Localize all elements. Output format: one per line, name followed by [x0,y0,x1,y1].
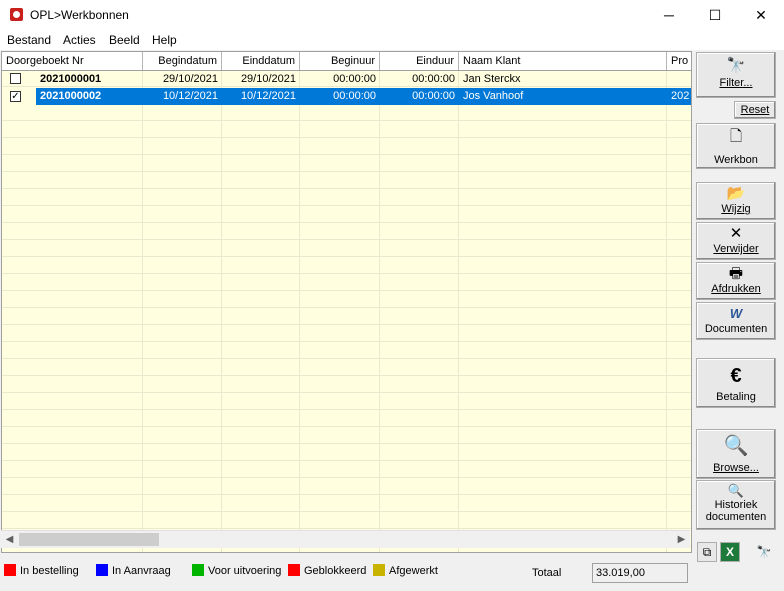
browse-button[interactable]: 🔍 Browse... [696,429,776,479]
cell-nr: 2021000002 [40,90,102,102]
cell-nr: 2021000001 [40,73,102,85]
legend-label: Geblokkeerd [304,565,367,577]
printer-icon: 🖶 [728,265,744,282]
folder-search-icon: 🔍 [723,435,749,457]
scroll-left-icon[interactable]: ◀ [1,531,18,548]
window-title: OPL>Werkbonnen [30,8,129,22]
grid-column-line [666,70,667,552]
grid-column-line [379,70,380,552]
new-document-icon: 🗋 [729,128,743,145]
grid-body [2,70,691,552]
historiek-label-line2: documenten [705,511,767,523]
binoculars-search-icon[interactable]: 🔭 [754,542,774,562]
scroll-right-icon[interactable]: ▶ [673,531,690,548]
documenten-label: Documenten [704,323,768,335]
grid-column-line [142,70,143,552]
col-header-naam-klant[interactable]: Naam Klant [459,52,667,70]
doorgeboekt-checkbox[interactable] [10,73,21,84]
cell-beginuur: 00:00:00 [333,90,376,102]
cell-einduur: 00:00:00 [412,90,455,102]
documenten-button[interactable]: W Documenten [696,302,776,340]
doorgeboekt-checkbox[interactable]: ✓ [10,91,21,102]
col-header-doorgeboekt-nr[interactable]: Doorgeboekt Nr [2,52,143,70]
cell-einddatum: 10/12/2021 [240,90,296,102]
scroll-thumb[interactable] [19,533,159,546]
legend-geblokkeerd: Geblokkeerd [288,564,366,577]
menu-help[interactable]: Help [152,33,177,47]
total-value: 33.019,00 [592,563,688,583]
minimize-button[interactable]: ─ [646,0,692,30]
afdrukken-button[interactable]: 🖶 Afdrukken [696,262,776,300]
excel-export-icon[interactable]: X [720,542,740,562]
word-document-icon: W [729,306,743,321]
verwijder-button[interactable]: ✕ Verwijder [696,222,776,260]
legend-afgewerkt: Afgewerkt [373,564,438,577]
werkbonnen-grid[interactable]: Doorgeboekt Nr Begindatum Einddatum Begi… [1,51,692,553]
betaling-button[interactable]: € Betaling [696,358,776,408]
euro-icon: € [730,365,742,387]
cell-naam-klant: Jos Vanhoof [463,90,524,102]
betaling-label: Betaling [716,391,756,403]
afdrukken-label: Afdrukken [711,283,761,295]
col-header-pro[interactable]: Pro [667,52,691,70]
col-header-beginuur[interactable]: Beginuur [300,52,380,70]
legend-label: In bestelling [20,565,79,577]
table-row[interactable]: 2021000001 29/10/2021 29/10/2021 00:00:0… [2,71,691,88]
cell-einduur: 00:00:00 [412,73,455,85]
legend-label: In Aanvraag [112,565,171,577]
table-row-selected[interactable]: 2021000002 10/12/2021 10/12/2021 00:00:0… [36,88,691,105]
legend-in-aanvraag: In Aanvraag [96,564,171,577]
wijzig-label: Wijzig [721,203,751,215]
cell-begindatum: 10/12/2021 [162,90,218,102]
legend-in-bestelling: In bestelling [4,564,79,577]
verwijder-label: Verwijder [713,243,759,255]
menu-acties[interactable]: Acties [63,33,96,47]
grid-column-line [221,70,222,552]
filter-label: Filter... [719,77,753,89]
delete-x-icon: ✕ [729,225,743,242]
legend-swatch-green [192,564,204,576]
legend-swatch-red [4,564,16,576]
browse-label: Browse... [713,462,759,474]
maximize-button[interactable]: ☐ [692,0,738,30]
cell-einddatum: 29/10/2021 [240,73,296,85]
col-header-begindatum[interactable]: Begindatum [143,52,222,70]
wijzig-button[interactable]: 📂 Wijzig [696,182,776,220]
historiek-documenten-button[interactable]: 🔍 Historiek documenten [696,480,776,530]
app-icon [10,8,23,21]
legend-swatch-red [288,564,300,576]
filter-button[interactable]: 🔭 Filter... [696,52,776,98]
menu-bar: Bestand Acties Beeld Help [0,30,784,50]
legend-swatch-olive [373,564,385,576]
open-folder-icon: 📂 [726,185,746,202]
legend-voor-uitvoering: Voor uitvoering [192,564,281,577]
werkbon-label: Werkbon [714,154,758,166]
legend-swatch-blue [96,564,108,576]
reset-button[interactable]: Reset [734,101,776,119]
historiek-label-line1: Historiek [714,499,758,511]
grid-column-line [299,70,300,552]
binoculars-icon: 🔭 [726,57,746,74]
close-button[interactable]: ✕ [738,0,784,30]
cell-naam-klant: Jan Sterckx [463,73,521,85]
cell-beginuur: 00:00:00 [333,73,376,85]
legend-label: Afgewerkt [389,565,438,577]
cell-pro: 202 [671,90,690,102]
document-history-icon: 🔍 [727,483,745,498]
copy-icon[interactable]: ⧉ [697,542,717,562]
grid-column-line [458,70,459,552]
col-header-einduur[interactable]: Einduur [380,52,459,70]
col-header-einddatum[interactable]: Einddatum [222,52,300,70]
werkbon-button[interactable]: 🗋 Werkbon [696,123,776,169]
menu-beeld[interactable]: Beeld [109,33,140,47]
cell-begindatum: 29/10/2021 [162,73,218,85]
reset-label: Reset [740,104,770,116]
total-label: Totaal [532,567,562,579]
title-bar: OPL>Werkbonnen ─ ☐ ✕ [0,0,784,30]
cell-pro [667,71,691,88]
grid-header: Doorgeboekt Nr Begindatum Einddatum Begi… [2,52,691,71]
menu-bestand[interactable]: Bestand [7,33,51,47]
horizontal-scrollbar[interactable]: ◀ ▶ [1,530,690,548]
legend-label: Voor uitvoering [208,565,282,577]
